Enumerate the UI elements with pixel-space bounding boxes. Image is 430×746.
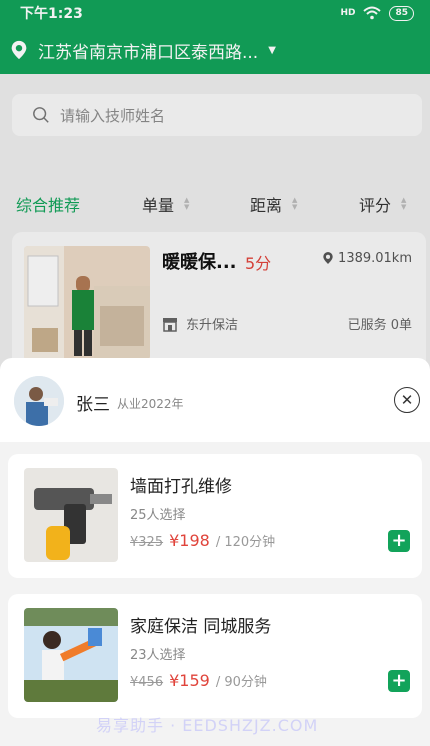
service-title: 家庭保洁 同城服务 xyxy=(130,617,272,637)
price-row: ¥325 ¥198 / 120分钟 xyxy=(130,531,275,550)
plus-icon: + xyxy=(391,530,407,551)
add-button[interactable]: + xyxy=(388,530,410,552)
service-title: 墙面打孔维修 xyxy=(130,477,232,497)
add-button[interactable]: + xyxy=(388,670,410,692)
close-icon: ✕ xyxy=(400,391,414,409)
plus-icon: + xyxy=(391,670,407,691)
avatar xyxy=(14,376,64,426)
duration: / 120分钟 xyxy=(215,535,276,550)
old-price: ¥456 xyxy=(130,675,164,690)
service-count: 25人选择 xyxy=(130,508,186,523)
close-button[interactable]: ✕ xyxy=(394,387,420,413)
technician-sheet: 张三 从业2022年 ✕ 墙面打孔维修 25人选择 ¥325 ¥198 / 12… xyxy=(0,358,430,746)
new-price: ¥159 xyxy=(169,671,210,690)
price-row: ¥456 ¥159 / 90分钟 xyxy=(130,671,267,690)
service-item[interactable]: 墙面打孔维修 25人选择 ¥325 ¥198 / 120分钟 + xyxy=(8,454,422,578)
duration: / 90分钟 xyxy=(215,675,267,690)
technician-name: 张三 xyxy=(76,395,110,415)
new-price: ¥198 xyxy=(169,531,210,550)
service-count: 23人选择 xyxy=(130,648,186,663)
service-item[interactable]: 家庭保洁 同城服务 23人选择 ¥456 ¥159 / 90分钟 + xyxy=(8,594,422,718)
service-image xyxy=(24,608,118,702)
watermark: 易享助手 · EEDSHZJZ.COM xyxy=(96,716,319,735)
old-price: ¥325 xyxy=(130,535,164,550)
service-image xyxy=(24,468,118,562)
technician-years: 从业2022年 xyxy=(117,397,184,411)
sheet-header: 张三 从业2022年 ✕ xyxy=(0,358,430,442)
